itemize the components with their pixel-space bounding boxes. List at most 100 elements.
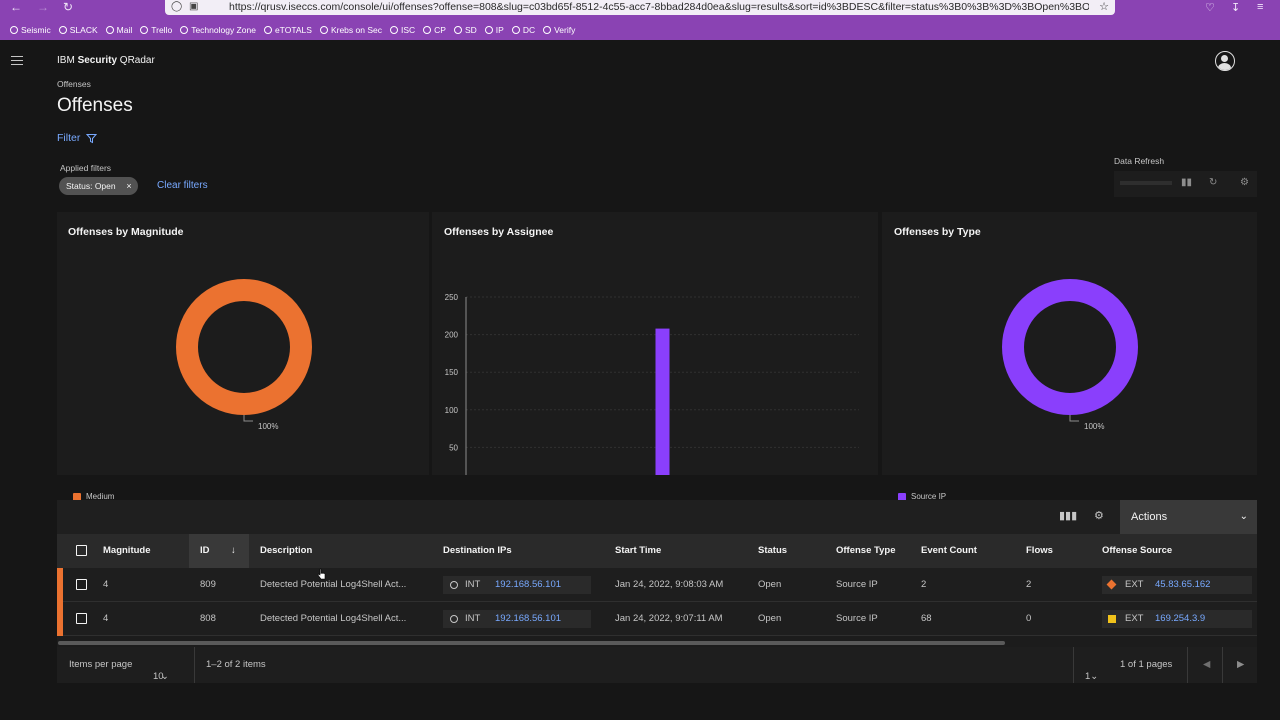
bookmark-item[interactable]: DC [511,24,536,35]
bookmark-item[interactable]: Krebs on Sec [319,25,382,35]
column-header-status[interactable]: Status [758,534,787,568]
applied-filters-label: Applied filters [60,163,112,173]
magnitude-accent-bar [57,568,63,602]
bookmark-item[interactable]: CP [423,25,446,35]
destination-ip-chip[interactable]: INT 192.168.56.101 [443,576,591,594]
destination-ip[interactable]: 192.168.56.101 [495,610,561,628]
column-header-id-label: ID [200,545,210,556]
page-select[interactable]: 1 ⌄ [1085,659,1098,682]
divider [1187,647,1188,683]
scrollbar-thumb[interactable] [58,641,1005,645]
bookmark-globe-icon [511,25,520,34]
row-checkbox[interactable] [76,579,87,590]
cell-id[interactable]: 808 [200,602,216,636]
bookmark-star-icon[interactable]: ☆ [1099,0,1109,13]
y-tick-label: 100 [445,406,459,415]
bookmark-item[interactable]: Mail [105,25,132,35]
address-bar[interactable]: ◯ ▣ https://qrusv.iseccs.com/console/ui/… [165,0,1115,15]
previous-page-icon[interactable]: ◀ [1203,659,1210,670]
breadcrumb[interactable]: Offenses [57,79,91,89]
column-header-description[interactable]: Description [260,534,312,568]
bookmark-item[interactable]: Verify [543,25,575,35]
bookmark-label: DC [522,24,536,35]
type-donut [1002,279,1138,422]
pause-icon[interactable]: ▮▮ [1181,177,1192,188]
cell-id[interactable]: 809 [200,568,216,602]
table-settings-icon[interactable]: ⚙ [1094,509,1104,522]
clear-filters-link[interactable]: Clear filters [157,180,208,191]
bookmark-label: ISC [400,24,416,35]
select-all-checkbox[interactable] [76,545,87,556]
next-page-icon[interactable]: ▶ [1237,659,1244,670]
bookmark-item[interactable]: SD [453,25,477,35]
column-header-magnitude[interactable]: Magnitude [103,534,151,568]
column-header-id[interactable]: ID ↓ [189,534,249,568]
lock-icon: ▣ [189,1,199,12]
bar-unassigned[interactable] [655,328,670,475]
mouse-cursor-icon [317,568,326,580]
bookmarks-bar: Seismic SLACK Mail Trello Technology Zone eTO… [0,19,1280,40]
cell-event-count: 68 [921,613,932,624]
cell-offense-type: Source IP [836,613,878,624]
user-avatar-icon[interactable] [1215,51,1235,71]
table-row[interactable]: 4 808 Detected Potential Log4Shell Act..… [57,602,1257,636]
pocket-icon[interactable]: ♡ [1205,1,1215,14]
cell-description[interactable]: Detected Potential Log4Shell Act... [260,568,406,602]
type-chart-panel: Offenses by Type 100% Source IP [882,212,1257,501]
destination-ip-chip[interactable]: INT 192.168.56.101 [443,610,591,628]
cell-description[interactable]: Detected Potential Log4Shell Act... [260,602,406,636]
source-ip[interactable]: 45.83.65.162 [1155,576,1210,594]
url-text[interactable]: https://qrusv.iseccs.com/console/ui/offe… [229,1,1089,13]
column-header-offense-type[interactable]: Offense Type [836,534,895,568]
brand-suffix: QRadar [117,55,155,66]
column-header-event-count[interactable]: Event Count [921,534,977,568]
download-icon[interactable]: ↧ [1231,1,1240,14]
cell-magnitude: 4 [103,579,109,590]
bookmark-item[interactable]: SLACK [58,25,98,35]
offense-source-chip[interactable]: EXT 45.83.65.162 [1102,576,1252,594]
column-header-destination-ips[interactable]: Destination IPs [443,534,512,568]
remove-filter-icon[interactable]: × [126,177,131,195]
row-checkbox[interactable] [76,613,87,624]
ip-scope-label: INT [465,613,481,624]
filter-button[interactable]: Filter [57,132,98,144]
status-filter-tag: Status: Open × [59,177,138,195]
column-header-start-time[interactable]: Start Time [615,534,661,568]
page-count: 1 of 1 pages [1120,659,1173,670]
bookmark-globe-icon [180,25,189,34]
y-tick-label: 150 [445,368,459,377]
menu-icon[interactable]: ≡ [1257,1,1263,13]
bookmark-globe-icon [319,25,328,34]
magnitude-donut-slice[interactable] [176,279,312,415]
divider [1222,647,1223,683]
refresh-icon[interactable]: ↻ [1209,177,1217,188]
shield-icon: ◯ [171,1,183,12]
bookmark-item[interactable]: eTOTALS [263,25,312,35]
items-per-page-select[interactable]: 10 ⌄ [153,659,169,682]
filter-label: Filter [57,132,81,144]
bookmark-item[interactable]: Technology Zone [180,25,256,35]
settings-gear-icon[interactable]: ⚙ [1240,177,1249,188]
bookmark-item[interactable]: Trello [140,25,172,35]
reload-icon[interactable]: ↻ [63,0,73,14]
bookmark-item[interactable]: IP [484,25,504,35]
type-donut-slice[interactable] [1002,279,1138,415]
forward-icon[interactable]: → [37,0,49,14]
columns-icon[interactable]: ▮▮▮ [1059,509,1077,522]
bookmark-label: CP [434,24,446,35]
chevron-down-icon: ⌄ [160,671,169,682]
filter-funnel-icon [86,133,98,143]
hamburger-menu-icon[interactable] [11,56,23,68]
internal-ring-icon [450,581,458,589]
bookmark-item[interactable]: ISC [389,24,416,35]
source-ip[interactable]: 169.254.3.9 [1155,610,1205,628]
back-icon[interactable]: ← [10,0,22,14]
column-header-offense-source[interactable]: Offense Source [1102,534,1172,568]
offense-source-chip[interactable]: EXT 169.254.3.9 [1102,610,1252,628]
horizontal-scrollbar[interactable] [57,640,1257,645]
destination-ip[interactable]: 192.168.56.101 [495,576,561,594]
column-header-flows[interactable]: Flows [1026,534,1053,568]
table-row[interactable]: 4 809 Detected Potential Log4Shell Act..… [57,568,1257,602]
actions-dropdown[interactable]: Actions ⌄ [1120,500,1257,534]
bookmark-item[interactable]: Seismic [10,25,51,35]
